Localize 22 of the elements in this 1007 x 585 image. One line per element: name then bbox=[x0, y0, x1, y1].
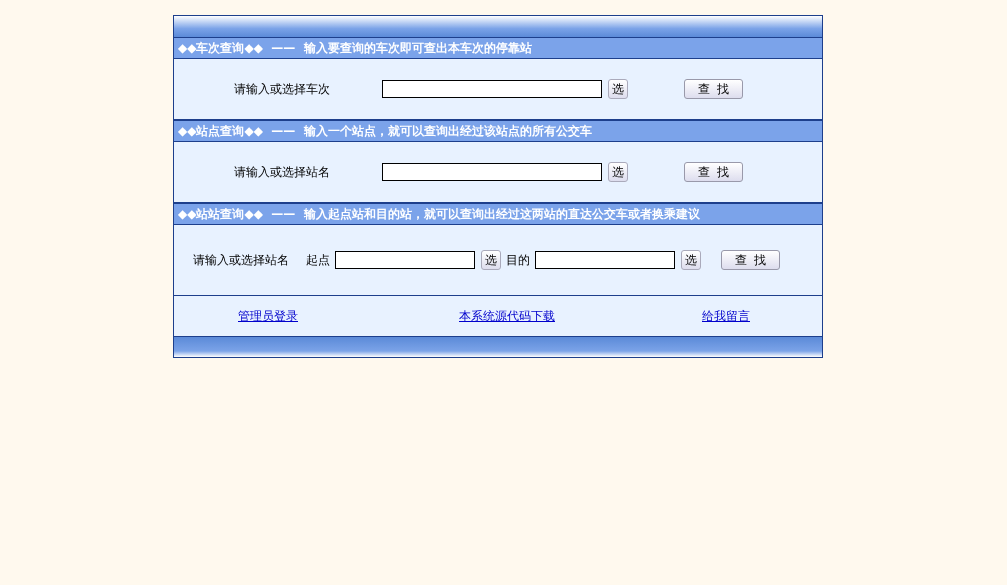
search-button[interactable]: 查 找 bbox=[684, 79, 743, 99]
field-label: 请输入或选择站名 bbox=[193, 251, 289, 269]
footer-link[interactable]: 管理员登录 bbox=[238, 307, 298, 325]
pick-button[interactable]: 选 bbox=[481, 250, 501, 270]
input-field[interactable] bbox=[382, 80, 602, 98]
pick-button[interactable]: 选 bbox=[681, 250, 701, 270]
section-header: ◆◆站站查询◆◆ —— 输入起点站和目的站，就可以查询出经过这两站的直达公交车或者换乘建议 bbox=[174, 204, 822, 225]
input-field[interactable] bbox=[335, 251, 475, 269]
field-label: 目的 bbox=[506, 251, 530, 269]
footer-link[interactable]: 本系统源代码下载 bbox=[459, 307, 555, 325]
field-label: 请输入或选择站名 bbox=[234, 163, 331, 181]
field-label: 请输入或选择车次 bbox=[234, 80, 331, 98]
section-header: ◆◆车次查询◆◆ —— 输入要查询的车次即可查出本车次的停靠站 bbox=[174, 38, 822, 59]
pick-button[interactable]: 选 bbox=[608, 162, 628, 182]
input-field[interactable] bbox=[535, 251, 675, 269]
section-header: ◆◆站点查询◆◆ —— 输入一个站点，就可以查询出经过该站点的所有公交车 bbox=[174, 121, 822, 142]
input-field[interactable] bbox=[382, 163, 602, 181]
field-label: 起点 bbox=[306, 251, 330, 269]
footer-link[interactable]: 给我留言 bbox=[702, 307, 750, 325]
pick-button[interactable]: 选 bbox=[608, 79, 628, 99]
search-button[interactable]: 查 找 bbox=[721, 250, 780, 270]
search-button[interactable]: 查 找 bbox=[684, 162, 743, 182]
